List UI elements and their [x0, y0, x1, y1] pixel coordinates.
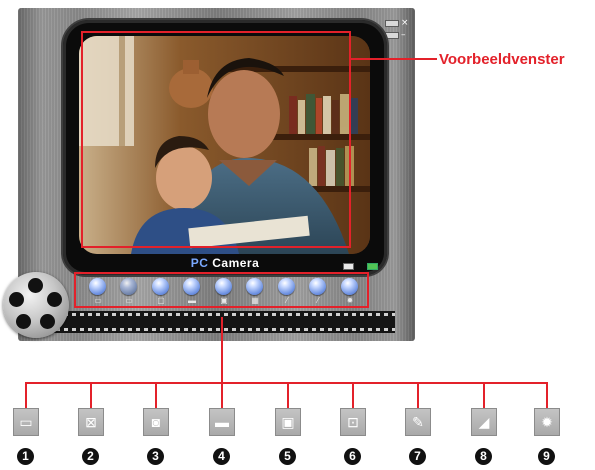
connector-drop-6 — [352, 382, 354, 408]
gear-button[interactable] — [341, 278, 358, 295]
legend-number-6: 6 — [344, 448, 361, 465]
legend-number-3: 3 — [147, 448, 164, 465]
video-off-icon: ▭ — [125, 296, 133, 305]
eraser-icon: ◢ — [478, 414, 490, 430]
frame-icon: ⊡ — [347, 414, 359, 430]
callout-line — [351, 58, 437, 60]
status-indicator-green — [367, 263, 378, 270]
status-indicator-white — [343, 263, 354, 270]
legend-number-9: 9 — [538, 448, 555, 465]
preview-window[interactable] — [79, 36, 370, 254]
preview-highlight-left — [81, 31, 83, 248]
connector-drop-1 — [25, 382, 27, 408]
legend-item-5: ▣ — [275, 408, 301, 436]
connector-drop-2 — [90, 382, 92, 408]
film-button[interactable] — [215, 278, 232, 295]
clapper-icon: ▬ — [215, 414, 229, 430]
video-capture-button[interactable] — [89, 278, 106, 295]
video-off-button[interactable] — [120, 278, 137, 295]
preview-image — [79, 36, 370, 254]
video-off-icon: ⊠ — [85, 414, 97, 430]
connector-drop-4 — [221, 382, 223, 408]
toolbar-highlight: ▭ ▭ ▢ ▬ ▣ ▦ ⁄ ⁄ ✹ — [74, 272, 369, 308]
gear-icon: ✹ — [541, 414, 553, 430]
video-capture-icon: ▭ — [94, 296, 102, 305]
clapper-button[interactable] — [183, 278, 200, 295]
close-button[interactable] — [385, 20, 399, 27]
film-icon: ▣ — [281, 414, 295, 430]
minimize-button[interactable] — [385, 32, 399, 39]
wrench-icon: ✎ — [412, 414, 424, 430]
legend-number-1: 1 — [17, 448, 34, 465]
brand-logo: PC Camera — [190, 256, 260, 270]
film-reel-icon — [3, 272, 69, 338]
preview-highlight-bottom — [81, 246, 351, 248]
legend-item-6: ⊡ — [340, 408, 366, 436]
legend-item-2: ⊠ — [78, 408, 104, 436]
legend-number-7: 7 — [409, 448, 426, 465]
clapper-icon: ▬ — [188, 296, 196, 305]
legend-number-2: 2 — [82, 448, 99, 465]
legend-number-4: 4 — [213, 448, 230, 465]
legend-item-1: ▭ — [13, 408, 39, 436]
snapshot-icon: ▢ — [157, 296, 165, 305]
eraser-button[interactable] — [309, 278, 326, 295]
frame-icon: ▦ — [251, 296, 259, 305]
close-icon: × — [401, 18, 409, 28]
video-capture-icon: ▭ — [19, 414, 33, 430]
legend-item-9: ✹ — [534, 408, 560, 436]
preview-window-label: Voorbeeldvenster — [439, 51, 565, 68]
connector-vertical — [221, 317, 223, 383]
settings-wrench-button[interactable] — [278, 278, 295, 295]
gear-icon: ✹ — [346, 296, 354, 305]
eraser-icon: ⁄ — [317, 296, 319, 305]
film-icon: ▣ — [220, 296, 228, 305]
legend-item-3: ◙ — [143, 408, 169, 436]
snapshot-button[interactable] — [152, 278, 169, 295]
monitor-bezel: PC Camera — [63, 20, 387, 275]
minimize-icon: – — [401, 30, 406, 40]
legend-item-4: ▬ — [209, 408, 235, 436]
connector-drop-8 — [483, 382, 485, 408]
frame-button[interactable] — [246, 278, 263, 295]
legend-item-7: ✎ — [405, 408, 431, 436]
legend-item-8: ◢ — [471, 408, 497, 436]
connector-drop-7 — [417, 382, 419, 408]
legend-number-5: 5 — [279, 448, 296, 465]
connector-drop-5 — [287, 382, 289, 408]
wrench-icon: ⁄ — [286, 296, 288, 305]
preview-highlight-right — [349, 31, 351, 248]
preview-highlight-top — [81, 31, 351, 33]
connector-drop-9 — [546, 382, 548, 408]
connector-drop-3 — [155, 382, 157, 408]
snapshot-icon: ◙ — [151, 414, 161, 430]
legend-number-8: 8 — [475, 448, 492, 465]
